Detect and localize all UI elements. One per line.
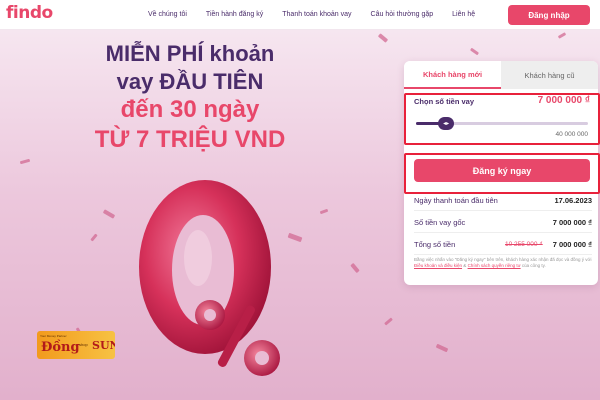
headline-line-3: đến 30 ngày [120, 96, 260, 123]
nav-contact[interactable]: Liên hệ [452, 11, 475, 18]
main-nav: Về chúng tôi Tiền hành đăng ký Thanh toá… [148, 11, 494, 18]
hero-headline: MIỄN PHÍ khoản vay ĐẦU TIÊN đến 30 ngày … [0, 40, 380, 155]
dongshop-sun-badge: Your Money Partner Đồng shop SUN [37, 331, 115, 359]
terms-disclaimer: Bằng việc nhấn vào "Đăng ký ngay" bên tr… [414, 257, 592, 269]
customer-tabs: Khách hàng mới Khách hàng cũ [404, 61, 598, 89]
total-amount-row: Tổng số tiền 10 255 000 ₫ 7 000 000 ₫ [414, 235, 592, 255]
headline-line-1: MIỄN PHÍ khoản [105, 41, 275, 66]
findo-logo[interactable]: findo [6, 3, 53, 23]
nav-about[interactable]: Về chúng tôi [148, 11, 187, 18]
register-highlight-box [404, 153, 600, 194]
amount-highlight-box [404, 93, 600, 145]
header: findo Về chúng tôi Tiền hành đăng ký Tha… [0, 0, 600, 30]
principal-row: Số tiền vay gốc 7 000 000 ₫ [414, 213, 592, 233]
tab-returning-customer[interactable]: Khách hàng cũ [501, 61, 598, 89]
first-payment-row: Ngày thanh toán đầu tiên 17.06.2023 [414, 191, 592, 211]
headline-line-2: vay ĐẦU TIÊN [116, 68, 264, 94]
nav-faq[interactable]: Câu hỏi thường gặp [371, 11, 434, 18]
login-button[interactable]: Đăng nhập [508, 5, 590, 25]
privacy-link[interactable]: Chính sách quyền riêng tư [468, 263, 521, 268]
tab-new-customer[interactable]: Khách hàng mới [404, 61, 501, 89]
nav-register-process[interactable]: Tiền hành đăng ký [206, 11, 263, 18]
headline-line-4: TỪ 7 TRIỆU VND [94, 126, 286, 153]
nav-repayment[interactable]: Thanh toán khoản vay [282, 11, 351, 18]
terms-link[interactable]: Điều khoản và điều kiện [414, 263, 462, 268]
old-total-amount: 10 255 000 ₫ [505, 241, 543, 248]
